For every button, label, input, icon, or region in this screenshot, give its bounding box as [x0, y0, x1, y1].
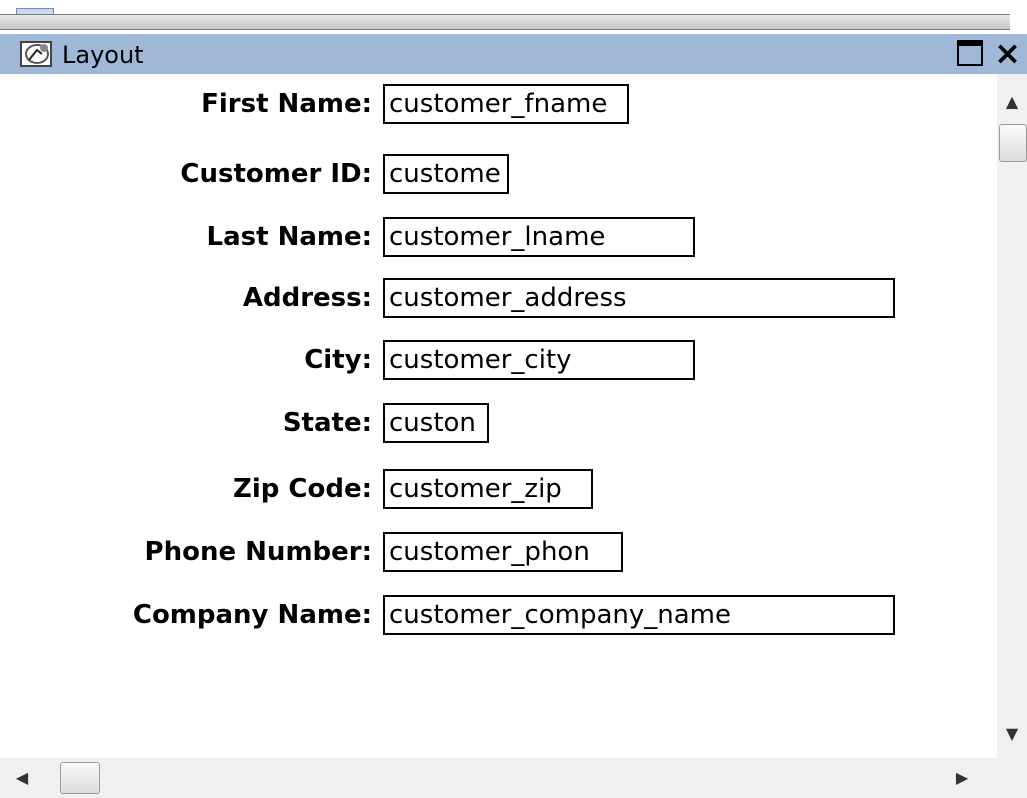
city-label: City:: [304, 345, 372, 375]
company-name-label: Company Name:: [132, 600, 372, 630]
window-title: Layout: [62, 41, 144, 69]
company-name-field[interactable]: customer_company_name: [383, 595, 895, 635]
top-ruler: [0, 14, 1010, 30]
top-strip: [0, 0, 1027, 30]
address-label: Address:: [242, 283, 372, 313]
window-titlebar[interactable]: [0, 34, 1027, 74]
scroll-up-icon[interactable]: ▲: [997, 82, 1027, 122]
last-name-field[interactable]: customer_lname: [383, 217, 695, 257]
layout-window-icon: [20, 41, 52, 67]
vertical-scrollbar[interactable]: ▲ ▼: [997, 74, 1027, 758]
first-name-label: First Name:: [201, 89, 372, 119]
horizontal-scroll-thumb[interactable]: [60, 762, 100, 794]
scroll-right-icon[interactable]: ▶: [944, 758, 980, 798]
address-field[interactable]: customer_address: [383, 278, 895, 318]
maximize-icon[interactable]: [957, 40, 983, 66]
customer-id-field[interactable]: custome: [383, 154, 509, 194]
last-name-label: Last Name:: [206, 222, 373, 252]
layout-canvas: First Name: customer_fname Customer ID: …: [0, 74, 997, 758]
zip-code-label: Zip Code:: [232, 474, 372, 504]
phone-number-label: Phone Number:: [144, 537, 372, 567]
first-name-field[interactable]: customer_fname: [383, 84, 629, 124]
state-label: State:: [282, 408, 372, 438]
scrollbar-corner: [997, 758, 1027, 798]
phone-number-field[interactable]: customer_phon: [383, 532, 623, 572]
close-icon[interactable]: ×: [988, 36, 1027, 70]
state-field[interactable]: custon: [383, 403, 489, 443]
city-field[interactable]: customer_city: [383, 340, 695, 380]
customer-id-label: Customer ID:: [180, 159, 372, 189]
zip-code-field[interactable]: customer_zip: [383, 469, 593, 509]
scroll-down-icon[interactable]: ▼: [997, 714, 1027, 754]
scroll-left-icon[interactable]: ◀: [4, 758, 40, 798]
vertical-scroll-thumb[interactable]: [999, 124, 1027, 162]
horizontal-scrollbar[interactable]: ◀ ▶: [0, 758, 997, 798]
